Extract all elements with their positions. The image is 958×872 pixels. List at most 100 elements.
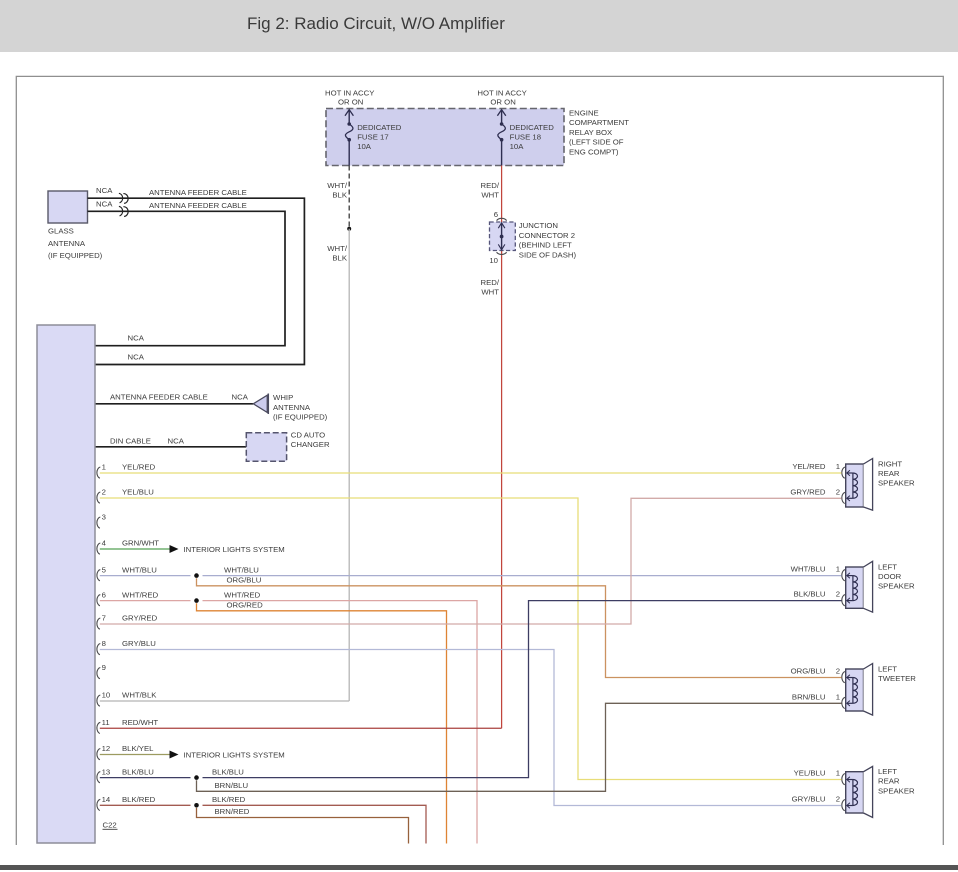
svg-text:1: 1 <box>102 463 106 472</box>
svg-text:BLK/RED: BLK/RED <box>122 795 156 804</box>
svg-text:RED/WHT: RED/WHT <box>122 718 158 727</box>
svg-text:WHT/BLK: WHT/BLK <box>122 691 157 700</box>
svg-text:JUNCTION: JUNCTION <box>519 221 558 230</box>
svg-text:SPEAKER: SPEAKER <box>878 582 915 591</box>
svg-text:GRY/BLU: GRY/BLU <box>122 639 156 648</box>
svg-text:WHT: WHT <box>481 191 499 200</box>
svg-text:10A: 10A <box>510 142 525 151</box>
svg-text:2: 2 <box>102 488 106 497</box>
svg-text:1: 1 <box>836 462 840 471</box>
svg-text:YEL/BLU: YEL/BLU <box>794 769 826 778</box>
svg-text:BRN/BLU: BRN/BLU <box>792 692 826 701</box>
svg-text:COMPARTMENT: COMPARTMENT <box>569 118 629 127</box>
svg-text:12: 12 <box>102 744 111 753</box>
svg-text:ORG/BLU: ORG/BLU <box>227 575 262 584</box>
svg-text:2: 2 <box>836 487 840 496</box>
svg-text:FUSE 17: FUSE 17 <box>357 133 388 142</box>
svg-text:NCA: NCA <box>96 199 113 208</box>
svg-text:3: 3 <box>102 513 106 522</box>
svg-text:10A: 10A <box>357 142 372 151</box>
svg-text:DOOR: DOOR <box>878 572 902 581</box>
svg-text:ENGINE: ENGINE <box>569 109 599 118</box>
svg-text:GRY/RED: GRY/RED <box>790 487 826 496</box>
svg-text:1: 1 <box>836 769 840 778</box>
svg-text:OR ON: OR ON <box>490 97 515 106</box>
svg-text:BLK/BLU: BLK/BLU <box>122 767 154 776</box>
svg-text:GRY/BLU: GRY/BLU <box>792 795 826 804</box>
svg-text:(IF EQUIPPED): (IF EQUIPPED) <box>48 251 103 260</box>
svg-text:REAR: REAR <box>878 469 900 478</box>
svg-text:4: 4 <box>102 539 107 548</box>
svg-text:BRN/BLU: BRN/BLU <box>215 781 249 790</box>
svg-text:NCA: NCA <box>128 334 145 343</box>
svg-text:DEDICATED: DEDICATED <box>357 123 402 132</box>
svg-text:9: 9 <box>102 663 106 672</box>
svg-text:BLK: BLK <box>332 191 347 200</box>
svg-text:DIN CABLE: DIN CABLE <box>110 436 151 445</box>
svg-text:YEL/RED: YEL/RED <box>122 463 156 472</box>
svg-text:LEFT: LEFT <box>878 767 897 776</box>
svg-text:(LEFT SIDE OF: (LEFT SIDE OF <box>569 138 624 147</box>
svg-text:HOT IN ACCY: HOT IN ACCY <box>477 89 526 98</box>
svg-text:ANTENNA: ANTENNA <box>273 403 311 412</box>
svg-text:GLASS: GLASS <box>48 227 74 236</box>
svg-text:NCA: NCA <box>96 186 113 195</box>
svg-text:GRY/RED: GRY/RED <box>122 614 158 623</box>
svg-text:SIDE OF DASH): SIDE OF DASH) <box>519 250 577 259</box>
svg-text:NCA: NCA <box>128 352 145 361</box>
svg-text:DEDICATED: DEDICATED <box>510 123 555 132</box>
svg-text:YEL/RED: YEL/RED <box>792 462 826 471</box>
svg-text:6: 6 <box>494 210 498 219</box>
svg-text:6: 6 <box>102 590 106 599</box>
svg-text:INTERIOR LIGHTS SYSTEM: INTERIOR LIGHTS SYSTEM <box>184 545 285 554</box>
svg-text:WHT: WHT <box>481 288 499 297</box>
svg-text:ORG/RED: ORG/RED <box>227 600 264 609</box>
svg-text:CD AUTO: CD AUTO <box>291 431 325 440</box>
svg-text:RED/: RED/ <box>480 278 499 287</box>
svg-text:GRN/WHT: GRN/WHT <box>122 539 159 548</box>
svg-text:7: 7 <box>102 614 106 623</box>
svg-text:C22: C22 <box>103 820 117 829</box>
svg-text:TWEETER: TWEETER <box>878 674 916 683</box>
svg-text:10: 10 <box>489 256 498 265</box>
svg-text:INTERIOR LIGHTS SYSTEM: INTERIOR LIGHTS SYSTEM <box>184 751 285 760</box>
svg-text:10: 10 <box>102 691 111 700</box>
svg-text:WHT/RED: WHT/RED <box>224 590 261 599</box>
svg-text:ENG COMPT): ENG COMPT) <box>569 147 619 156</box>
svg-text:WHT/RED: WHT/RED <box>122 590 159 599</box>
svg-text:(BEHIND LEFT: (BEHIND LEFT <box>519 241 572 250</box>
svg-text:ANTENNA: ANTENNA <box>48 239 86 248</box>
svg-text:OR ON: OR ON <box>338 97 363 106</box>
svg-text:1: 1 <box>836 565 840 574</box>
svg-text:ANTENNA FEEDER CABLE: ANTENNA FEEDER CABLE <box>149 188 247 197</box>
svg-text:LEFT: LEFT <box>878 562 897 571</box>
svg-text:ANTENNA FEEDER CABLE: ANTENNA FEEDER CABLE <box>149 201 247 210</box>
svg-text:WHT/: WHT/ <box>327 181 348 190</box>
svg-text:14: 14 <box>102 795 111 804</box>
svg-text:NCA: NCA <box>232 393 249 402</box>
svg-text:FUSE 18: FUSE 18 <box>510 133 541 142</box>
svg-text:SPEAKER: SPEAKER <box>878 479 915 488</box>
svg-text:NCA: NCA <box>168 436 185 445</box>
svg-text:SPEAKER: SPEAKER <box>878 786 915 795</box>
svg-text:1: 1 <box>836 692 840 701</box>
svg-text:2: 2 <box>836 590 840 599</box>
svg-text:8: 8 <box>102 639 106 648</box>
svg-text:CHANGER: CHANGER <box>291 440 330 449</box>
svg-text:2: 2 <box>836 667 840 676</box>
svg-text:YEL/BLU: YEL/BLU <box>122 488 154 497</box>
svg-text:HOT IN ACCY: HOT IN ACCY <box>325 89 374 98</box>
svg-text:REAR: REAR <box>878 777 900 786</box>
svg-text:LEFT: LEFT <box>878 664 897 673</box>
svg-text:RELAY BOX: RELAY BOX <box>569 128 612 137</box>
svg-text:11: 11 <box>102 718 110 727</box>
svg-text:13: 13 <box>102 767 111 776</box>
svg-text:2: 2 <box>836 795 840 804</box>
svg-text:WHT/BLU: WHT/BLU <box>122 565 157 574</box>
svg-text:BLK/YEL: BLK/YEL <box>122 744 154 753</box>
svg-text:(IF EQUIPPED): (IF EQUIPPED) <box>273 412 328 421</box>
svg-text:BLK/RED: BLK/RED <box>212 795 246 804</box>
svg-text:BLK/BLU: BLK/BLU <box>794 590 826 599</box>
svg-text:WHT/: WHT/ <box>327 244 348 253</box>
svg-text:ORG/BLU: ORG/BLU <box>791 667 826 676</box>
